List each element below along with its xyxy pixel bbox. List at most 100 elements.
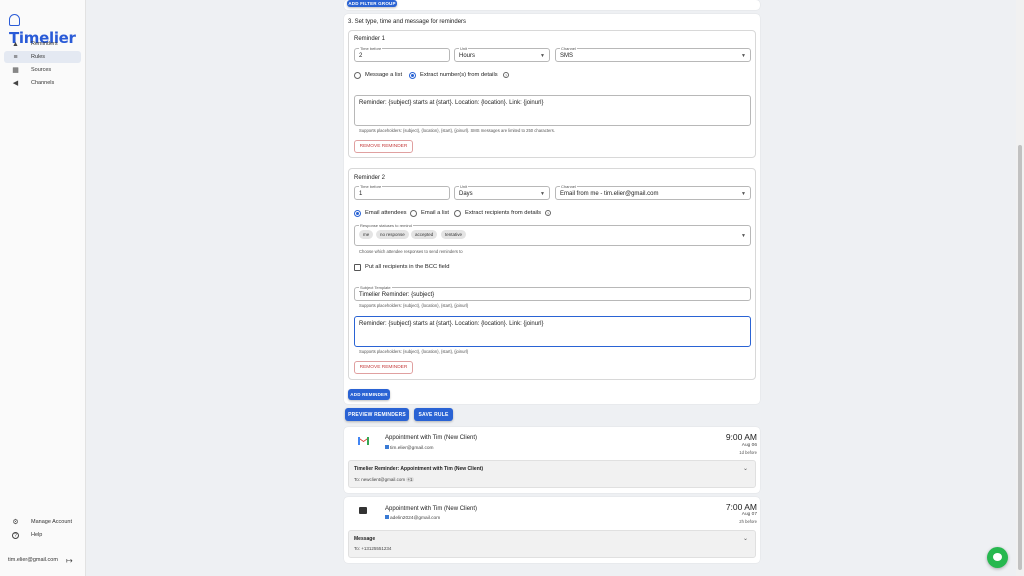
reminder-1-channel-select[interactable]: Channel SMS ▼ (555, 46, 751, 62)
save-rule-button[interactable]: SAVE RULE (414, 408, 453, 421)
preview-date: Aug 07 (741, 512, 757, 517)
add-filter-group-button[interactable]: ADD FILTER GROUP (347, 0, 397, 7)
radio-label: Extract recipients from details (465, 210, 542, 216)
preview-date: Aug 06 (741, 443, 757, 448)
status-chip[interactable]: tentative (441, 230, 467, 239)
sidebar-item-label: Manage Account (31, 519, 72, 525)
radio-label: Message a list (365, 72, 403, 78)
reminder-2-remove-button[interactable]: REMOVE REMINDER (354, 361, 413, 374)
radio-label: Extract number(s) from details (420, 72, 498, 78)
field-value: Timelier Reminder: {subject} (359, 292, 435, 298)
field-value: Reminder: {subject} starts at {start}. L… (359, 321, 544, 327)
help-icon: ? (12, 531, 19, 539)
sidebar-item-label: Sources (31, 67, 52, 73)
reminder-1-message-textarea[interactable]: Reminder: {subject} starts at {start}. L… (354, 95, 751, 126)
field-value: SMS (560, 53, 574, 59)
add-reminder-button[interactable]: ADD REMINDER (348, 389, 390, 400)
reminder-1-radio-message-list[interactable] (354, 72, 361, 79)
reminder-2-radio-extract[interactable] (454, 210, 461, 217)
preview-time: 9:00 AM (725, 432, 757, 442)
preview-detail-accordion[interactable] (348, 530, 756, 558)
reminder-2-unit-select[interactable]: Unit Days ▼ (454, 184, 550, 200)
reminder-1-unit-select[interactable]: Unit Hours ▼ (454, 46, 550, 62)
radio-label: Email a list (421, 210, 450, 216)
sidebar-item-reminders[interactable]: ▲ Reminders (4, 38, 81, 50)
sidebar-item-rules[interactable]: ≡ Rules (4, 51, 81, 63)
calendar-icon (385, 445, 389, 449)
preview-reminders-button[interactable]: PREVIEW REMINDERS (345, 408, 409, 421)
filter-section-card (344, 0, 760, 10)
statuses-hint: Choose which attendee responses to send … (359, 249, 463, 254)
reminder-1-title: Reminder 1 (354, 36, 386, 42)
subject-hint: Supports placeholders: {subject}, {locat… (359, 303, 469, 308)
chat-bubble-icon[interactable] (987, 547, 1008, 568)
field-value: 2 (359, 53, 363, 59)
status-chip[interactable]: me (359, 230, 374, 239)
preview-detail-title: Message (354, 536, 376, 542)
checkbox-label: Put all recipients in the BCC field (365, 264, 450, 270)
reminder-1-remove-button[interactable]: REMOVE REMINDER (354, 140, 413, 153)
sidebar-item-manage-account[interactable]: ⚙ Manage Account (4, 516, 81, 528)
preview-detail-accordion[interactable] (348, 460, 756, 488)
scrollbar-thumb[interactable] (1018, 145, 1022, 570)
help-icon[interactable]: ? (545, 210, 551, 216)
reminder-1-radio-extract[interactable] (409, 72, 416, 79)
preview-detail-to: To: +13125551234 (354, 546, 392, 551)
reminder-2-subject-field[interactable]: Subject Template Timelier Reminder: {sub… (354, 285, 751, 301)
gear-icon: ⚙ (12, 518, 19, 526)
reminder-2-time-before-field[interactable]: Time before 1 (354, 184, 450, 200)
reminder-1-time-before-field[interactable]: Time before 2 (354, 46, 450, 62)
sidebar-item-label: Reminders (31, 41, 58, 47)
preview-time: 7:00 AM (725, 502, 757, 512)
status-chip[interactable]: accepted (411, 230, 438, 239)
field-label: Channel (560, 46, 577, 51)
caret-down-icon: ▼ (540, 53, 545, 59)
calendar-icon (385, 515, 389, 519)
sidebar-item-sources[interactable]: ▦ Sources (4, 64, 81, 76)
field-value: 1 (359, 191, 363, 197)
caret-down-icon: ▼ (741, 233, 746, 239)
status-chip[interactable]: no response (376, 230, 409, 239)
reminder-2-message-textarea[interactable]: Reminder: {subject} starts at {start}. L… (354, 316, 751, 347)
field-label: Time before (359, 46, 383, 51)
preview-account: tim.elier@gmail.com (385, 445, 434, 451)
user-email: tim.elier@gmail.com (8, 557, 58, 563)
sidebar-item-label: Rules (31, 54, 46, 60)
field-label: Response statuses to remind (359, 223, 413, 228)
logo-bell-icon (9, 14, 20, 26)
recipient-count-badge: +1 (406, 477, 414, 482)
preview-account: adelin2024@gmail.com (385, 515, 440, 521)
sidebar-item-label: Help (31, 532, 43, 538)
sidebar-item-help[interactable]: ? Help (4, 529, 81, 541)
preview-detail-to-text: To: newclient@gmail.com (354, 477, 406, 482)
sidebar: Timelier ▲ Reminders ≡ Rules ▦ Sources ◀… (0, 0, 86, 576)
reminder-2-radio-list[interactable] (410, 210, 417, 217)
reminder-1-hint: Supports placeholders: {subject}, {locat… (359, 128, 555, 133)
section-title: 3. Set type, time and message for remind… (348, 19, 467, 25)
preview-offset: 2h before (739, 519, 757, 524)
reminder-2-bcc-checkbox[interactable] (354, 264, 361, 271)
sidebar-item-channels[interactable]: ◀ Channels (4, 77, 81, 89)
chevron-down-icon[interactable]: ⌄ (743, 535, 748, 542)
preview-title: Appointment with Tim (New Client) (385, 506, 478, 512)
radio-label: Email attendees (365, 210, 407, 216)
logout-icon[interactable]: ↦ (66, 556, 73, 565)
preview-account-text: tim.elier@gmail.com (390, 446, 434, 451)
reminder-2-channel-select[interactable]: Channel Email from me - tim.elier@gmail.… (555, 184, 751, 200)
field-value: Reminder: {subject} starts at {start}. L… (359, 100, 544, 106)
field-label: Channel (560, 184, 577, 189)
field-label: Unit (459, 46, 469, 51)
help-icon[interactable]: ? (503, 72, 509, 78)
caret-down-icon: ▼ (741, 53, 746, 59)
gmail-icon (358, 436, 369, 445)
sidebar-item-label: Channels (31, 80, 55, 86)
field-label: Unit (459, 184, 469, 189)
preview-offset: 1d before (739, 450, 757, 455)
preview-title: Appointment with Tim (New Client) (385, 435, 478, 441)
preview-detail-to: To: newclient@gmail.com +1 (354, 477, 414, 482)
chevron-down-icon[interactable]: ⌄ (743, 465, 748, 472)
rules-icon: ≡ (13, 53, 18, 61)
preview-account-text: adelin2024@gmail.com (390, 516, 441, 521)
preview-detail-title: Timelier Reminder: Appointment with Tim … (354, 466, 484, 472)
reminder-2-radio-attendees[interactable] (354, 210, 361, 217)
